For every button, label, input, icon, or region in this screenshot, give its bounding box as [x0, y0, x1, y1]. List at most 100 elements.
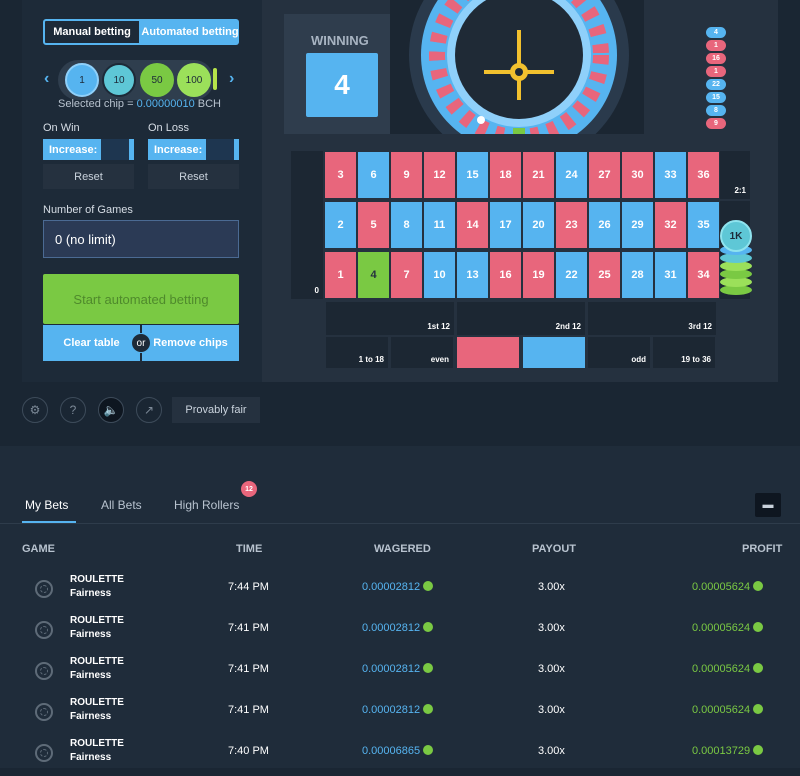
number-of-games-input[interactable]: 0 (no limit) [43, 220, 239, 258]
number-cell[interactable]: 11 [424, 202, 455, 248]
number-cell[interactable]: 17 [490, 202, 521, 248]
stats-chart-icon[interactable]: ↗ [136, 397, 162, 423]
bet-even[interactable]: even [391, 337, 453, 368]
number-cell[interactable]: 14 [457, 202, 488, 248]
number-cell[interactable]: 29 [622, 202, 653, 248]
number-cell[interactable]: 15 [457, 152, 488, 198]
fairness-link[interactable]: Fairness [70, 670, 111, 681]
chip-50[interactable]: 50 [140, 63, 174, 97]
number-cell[interactable]: 19 [523, 252, 554, 298]
bch-coin-icon [753, 663, 764, 673]
tab-my-bets[interactable]: My Bets [25, 498, 68, 512]
bch-coin-icon [753, 745, 764, 755]
number-cell[interactable]: 21 [523, 152, 554, 198]
number-cell[interactable]: 22 [556, 252, 587, 298]
fairness-link[interactable]: Fairness [70, 711, 111, 722]
roulette-game-icon [35, 703, 53, 721]
number-cell[interactable]: 4 [358, 252, 389, 298]
number-cell[interactable]: 31 [655, 252, 686, 298]
number-cell[interactable]: 35 [688, 202, 719, 248]
column-header-payout: PAYOUT [532, 543, 577, 555]
number-cell[interactable]: 23 [556, 202, 587, 248]
column-bet-cell[interactable]: 2:1 [720, 151, 750, 199]
number-cell[interactable]: 6 [358, 152, 389, 198]
bet-1-to-18[interactable]: 1 to 18 [326, 337, 388, 368]
number-cell[interactable]: 13 [457, 252, 488, 298]
number-cell[interactable]: 33 [655, 152, 686, 198]
game-name: ROULETTE [70, 738, 124, 749]
bet-red[interactable] [457, 337, 519, 368]
sound-icon[interactable]: 🔈 [98, 397, 124, 423]
clear-table-button[interactable]: Clear table [43, 325, 140, 361]
number-cell[interactable]: 18 [490, 152, 521, 198]
bch-coin-icon [423, 622, 434, 632]
table-row[interactable]: ROULETTE Fairness 7:44 PM 0.00002812 3.00x 0.… [0, 571, 800, 612]
bet-payout: 3.00x [538, 581, 565, 593]
chevron-right-icon[interactable]: › [229, 70, 234, 88]
number-cell[interactable]: 34 [688, 252, 719, 298]
bet-payout: 3.00x [538, 622, 565, 634]
number-cell[interactable]: 20 [523, 202, 554, 248]
table-row[interactable]: ROULETTE Fairness 7:40 PM 0.00006865 3.00x 0.… [0, 735, 800, 776]
bet-odd[interactable]: odd [588, 337, 650, 368]
number-cell[interactable]: 26 [589, 202, 620, 248]
table-row[interactable]: ROULETTE Fairness 7:41 PM 0.00002812 3.00x 0.… [0, 653, 800, 694]
table-row[interactable]: ROULETTE Fairness 7:41 PM 0.00002812 3.00x 0.… [0, 612, 800, 653]
on-loss-reset-button[interactable]: Reset [148, 164, 239, 189]
settings-gear-icon[interactable]: ⚙ [22, 397, 48, 423]
number-cell[interactable]: 36 [688, 152, 719, 198]
number-cell[interactable]: 25 [589, 252, 620, 298]
manual-betting-tab[interactable]: Manual betting [43, 19, 141, 45]
incognito-icon[interactable]: ▬ [755, 493, 781, 517]
fairness-link[interactable]: Fairness [70, 629, 111, 640]
number-cell[interactable]: 30 [622, 152, 653, 198]
number-cell[interactable]: 5 [358, 202, 389, 248]
number-cell[interactable]: 8 [391, 202, 422, 248]
chip-1[interactable]: 1 [65, 63, 99, 97]
help-icon[interactable]: ? [60, 397, 86, 423]
fairness-link[interactable]: Fairness [70, 588, 111, 599]
dozen-1st[interactable]: 1st 12 [326, 302, 454, 335]
number-cell[interactable]: 24 [556, 152, 587, 198]
tab-high-rollers[interactable]: High Rollers [174, 498, 239, 512]
number-cell[interactable]: 7 [391, 252, 422, 298]
tab-divider [0, 523, 800, 524]
roulette-game-icon [35, 744, 53, 762]
roulette-game-icon [35, 580, 53, 598]
number-cell[interactable]: 2 [325, 202, 356, 248]
bet-profit: 0.00005624 [692, 704, 764, 716]
number-cell[interactable]: 9 [391, 152, 422, 198]
number-cell[interactable]: 12 [424, 152, 455, 198]
start-automated-betting-button[interactable]: Start automated betting [43, 274, 239, 324]
table-row[interactable]: ROULETTE Fairness 7:41 PM 0.00002812 3.00x 0.… [0, 694, 800, 735]
remove-chips-button[interactable]: Remove chips [142, 325, 239, 361]
automated-betting-tab[interactable]: Automated betting [141, 19, 239, 45]
chevron-left-icon[interactable]: ‹ [44, 70, 49, 88]
on-win-increase-field[interactable]: Increase: [43, 139, 134, 160]
bet-19-to-36[interactable]: 19 to 36 [653, 337, 715, 368]
chip-10[interactable]: 10 [102, 63, 136, 97]
provably-fair-button[interactable]: Provably fair [172, 397, 260, 423]
chip-stack-top[interactable]: 1K [720, 220, 752, 252]
on-loss-increase-field[interactable]: Increase: [148, 139, 239, 160]
dozen-2nd[interactable]: 2nd 12 [457, 302, 585, 335]
roulette-wheel-icon [409, 0, 629, 134]
fairness-link[interactable]: Fairness [70, 752, 111, 763]
number-cell[interactable]: 16 [490, 252, 521, 298]
chip-100[interactable]: 100 [177, 63, 211, 97]
bet-payout: 3.00x [538, 663, 565, 675]
on-win-reset-button[interactable]: Reset [43, 164, 134, 189]
bet-blue[interactable] [523, 337, 585, 368]
number-cell[interactable]: 10 [424, 252, 455, 298]
number-cell[interactable]: 28 [622, 252, 653, 298]
dozen-3rd[interactable]: 3rd 12 [588, 302, 716, 335]
roulette-game-icon [35, 621, 53, 639]
number-cell[interactable]: 1 [325, 252, 356, 298]
number-cell[interactable]: 32 [655, 202, 686, 248]
zero-cell[interactable]: 0 [291, 151, 323, 299]
bet-profit: 0.00005624 [692, 663, 764, 675]
tab-all-bets[interactable]: All Bets [101, 498, 142, 512]
bet-wagered: 0.00002812 [362, 581, 434, 593]
number-cell[interactable]: 27 [589, 152, 620, 198]
number-cell[interactable]: 3 [325, 152, 356, 198]
